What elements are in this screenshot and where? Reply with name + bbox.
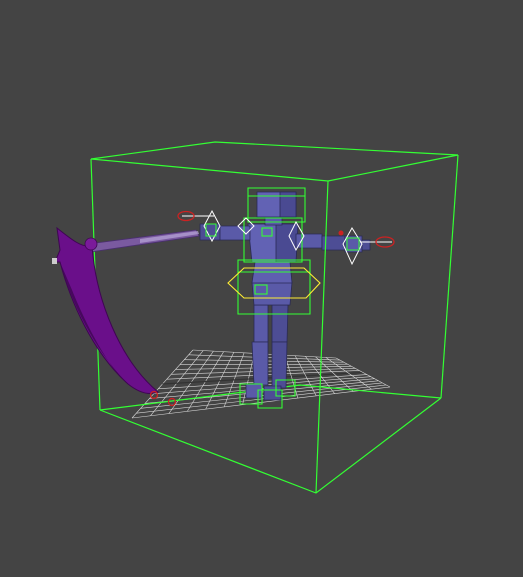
right-upper-arm[interactable] — [295, 233, 323, 249]
scythe-blade[interactable] — [54, 226, 159, 395]
right-hand-red-marker — [338, 230, 344, 236]
bbox-front-vertical — [315, 180, 329, 494]
scythe-end-knob — [84, 237, 98, 251]
grid-line — [335, 357, 391, 388]
bbox-back-right-vertical — [440, 154, 459, 399]
right-thigh[interactable] — [271, 304, 289, 343]
right-foot[interactable] — [263, 385, 282, 401]
scythe-prop[interactable] — [52, 226, 200, 395]
scythe-control-b[interactable] — [167, 397, 177, 407]
left-shin[interactable] — [251, 341, 269, 386]
left-thigh[interactable] — [253, 304, 269, 343]
left-foot[interactable] — [245, 383, 263, 399]
chest-shade — [275, 223, 299, 263]
perspective-viewport[interactable] — [0, 0, 523, 577]
scythe-tip-marker — [52, 258, 57, 264]
bbox-front-top-edge — [90, 154, 459, 182]
viewport-scene[interactable] — [0, 0, 523, 577]
bbox-back-top-edge — [90, 141, 459, 160]
bbox-front-bottom-edge — [99, 397, 442, 494]
right-shin[interactable] — [271, 341, 288, 389]
